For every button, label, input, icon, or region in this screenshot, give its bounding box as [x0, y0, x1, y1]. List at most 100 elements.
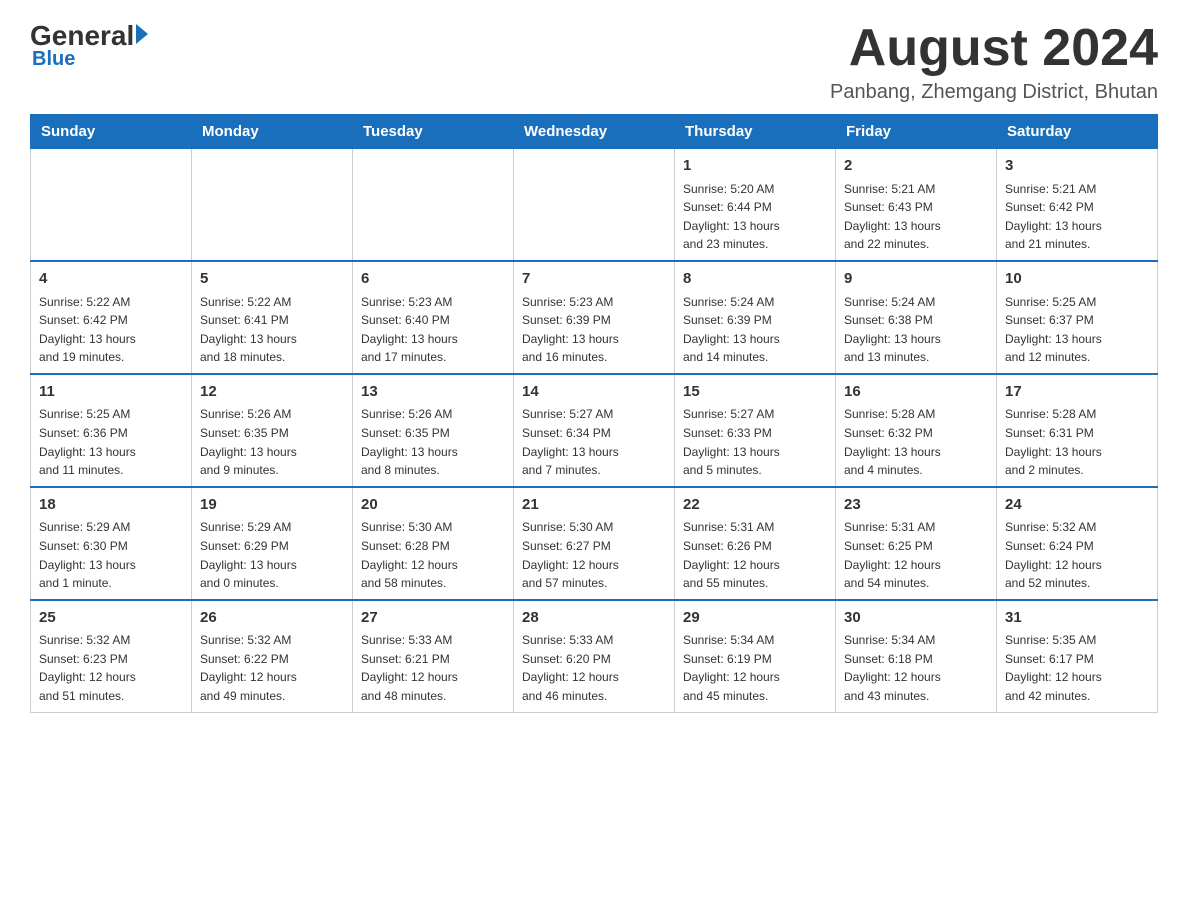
day-info: Sunrise: 5:21 AMSunset: 6:42 PMDaylight:…: [1005, 180, 1149, 254]
day-number: 15: [683, 381, 827, 404]
day-info: Sunrise: 5:26 AMSunset: 6:35 PMDaylight:…: [200, 405, 344, 479]
calendar-cell: 15Sunrise: 5:27 AMSunset: 6:33 PMDayligh…: [675, 374, 836, 487]
calendar-cell: 26Sunrise: 5:32 AMSunset: 6:22 PMDayligh…: [192, 600, 353, 712]
day-number: 19: [200, 494, 344, 517]
calendar-header-thursday: Thursday: [675, 115, 836, 149]
calendar-cell: 12Sunrise: 5:26 AMSunset: 6:35 PMDayligh…: [192, 374, 353, 487]
day-info: Sunrise: 5:29 AMSunset: 6:29 PMDaylight:…: [200, 518, 344, 592]
calendar-cell: 8Sunrise: 5:24 AMSunset: 6:39 PMDaylight…: [675, 261, 836, 374]
day-number: 6: [361, 268, 505, 291]
day-number: 12: [200, 381, 344, 404]
calendar-cell: 4Sunrise: 5:22 AMSunset: 6:42 PMDaylight…: [31, 261, 192, 374]
day-info: Sunrise: 5:31 AMSunset: 6:25 PMDaylight:…: [844, 518, 988, 592]
day-info: Sunrise: 5:29 AMSunset: 6:30 PMDaylight:…: [39, 518, 183, 592]
calendar-cell: 16Sunrise: 5:28 AMSunset: 6:32 PMDayligh…: [836, 374, 997, 487]
day-info: Sunrise: 5:23 AMSunset: 6:40 PMDaylight:…: [361, 293, 505, 367]
calendar-cell: [31, 149, 192, 261]
day-number: 8: [683, 268, 827, 291]
day-number: 23: [844, 494, 988, 517]
day-info: Sunrise: 5:32 AMSunset: 6:23 PMDaylight:…: [39, 631, 183, 705]
calendar-cell: [514, 149, 675, 261]
calendar-cell: 24Sunrise: 5:32 AMSunset: 6:24 PMDayligh…: [997, 487, 1158, 600]
day-number: 1: [683, 155, 827, 178]
calendar-week-row: 25Sunrise: 5:32 AMSunset: 6:23 PMDayligh…: [31, 600, 1158, 712]
calendar-week-row: 4Sunrise: 5:22 AMSunset: 6:42 PMDaylight…: [31, 261, 1158, 374]
day-number: 18: [39, 494, 183, 517]
day-number: 26: [200, 607, 344, 630]
day-info: Sunrise: 5:34 AMSunset: 6:19 PMDaylight:…: [683, 631, 827, 705]
day-info: Sunrise: 5:20 AMSunset: 6:44 PMDaylight:…: [683, 180, 827, 254]
day-number: 11: [39, 381, 183, 404]
day-info: Sunrise: 5:24 AMSunset: 6:38 PMDaylight:…: [844, 293, 988, 367]
day-number: 16: [844, 381, 988, 404]
day-info: Sunrise: 5:31 AMSunset: 6:26 PMDaylight:…: [683, 518, 827, 592]
day-number: 28: [522, 607, 666, 630]
day-info: Sunrise: 5:27 AMSunset: 6:33 PMDaylight:…: [683, 405, 827, 479]
page-header: General Blue August 2024 Panbang, Zhemga…: [30, 20, 1158, 104]
logo-arrow: [136, 24, 148, 44]
title-section: August 2024 Panbang, Zhemgang District, …: [830, 20, 1158, 104]
calendar-cell: 28Sunrise: 5:33 AMSunset: 6:20 PMDayligh…: [514, 600, 675, 712]
calendar-cell: 27Sunrise: 5:33 AMSunset: 6:21 PMDayligh…: [353, 600, 514, 712]
day-info: Sunrise: 5:25 AMSunset: 6:36 PMDaylight:…: [39, 405, 183, 479]
day-info: Sunrise: 5:27 AMSunset: 6:34 PMDaylight:…: [522, 405, 666, 479]
day-number: 27: [361, 607, 505, 630]
calendar-cell: 14Sunrise: 5:27 AMSunset: 6:34 PMDayligh…: [514, 374, 675, 487]
calendar-cell: 6Sunrise: 5:23 AMSunset: 6:40 PMDaylight…: [353, 261, 514, 374]
calendar-cell: 7Sunrise: 5:23 AMSunset: 6:39 PMDaylight…: [514, 261, 675, 374]
day-info: Sunrise: 5:30 AMSunset: 6:28 PMDaylight:…: [361, 518, 505, 592]
day-info: Sunrise: 5:35 AMSunset: 6:17 PMDaylight:…: [1005, 631, 1149, 705]
day-number: 17: [1005, 381, 1149, 404]
calendar-cell: 31Sunrise: 5:35 AMSunset: 6:17 PMDayligh…: [997, 600, 1158, 712]
calendar-cell: 22Sunrise: 5:31 AMSunset: 6:26 PMDayligh…: [675, 487, 836, 600]
day-info: Sunrise: 5:28 AMSunset: 6:31 PMDaylight:…: [1005, 405, 1149, 479]
day-number: 25: [39, 607, 183, 630]
calendar-cell: 9Sunrise: 5:24 AMSunset: 6:38 PMDaylight…: [836, 261, 997, 374]
logo-blue: Blue: [32, 48, 75, 71]
day-info: Sunrise: 5:28 AMSunset: 6:32 PMDaylight:…: [844, 405, 988, 479]
calendar-cell: 30Sunrise: 5:34 AMSunset: 6:18 PMDayligh…: [836, 600, 997, 712]
calendar-week-row: 18Sunrise: 5:29 AMSunset: 6:30 PMDayligh…: [31, 487, 1158, 600]
day-number: 13: [361, 381, 505, 404]
calendar-cell: 11Sunrise: 5:25 AMSunset: 6:36 PMDayligh…: [31, 374, 192, 487]
calendar-cell: 19Sunrise: 5:29 AMSunset: 6:29 PMDayligh…: [192, 487, 353, 600]
calendar-cell: 13Sunrise: 5:26 AMSunset: 6:35 PMDayligh…: [353, 374, 514, 487]
calendar-cell: 10Sunrise: 5:25 AMSunset: 6:37 PMDayligh…: [997, 261, 1158, 374]
calendar-cell: 17Sunrise: 5:28 AMSunset: 6:31 PMDayligh…: [997, 374, 1158, 487]
main-title: August 2024: [830, 20, 1158, 77]
calendar-week-row: 1Sunrise: 5:20 AMSunset: 6:44 PMDaylight…: [31, 149, 1158, 261]
day-info: Sunrise: 5:33 AMSunset: 6:20 PMDaylight:…: [522, 631, 666, 705]
calendar-week-row: 11Sunrise: 5:25 AMSunset: 6:36 PMDayligh…: [31, 374, 1158, 487]
calendar-cell: [192, 149, 353, 261]
day-info: Sunrise: 5:24 AMSunset: 6:39 PMDaylight:…: [683, 293, 827, 367]
calendar-cell: 25Sunrise: 5:32 AMSunset: 6:23 PMDayligh…: [31, 600, 192, 712]
day-info: Sunrise: 5:33 AMSunset: 6:21 PMDaylight:…: [361, 631, 505, 705]
calendar-header-sunday: Sunday: [31, 115, 192, 149]
day-info: Sunrise: 5:22 AMSunset: 6:41 PMDaylight:…: [200, 293, 344, 367]
day-info: Sunrise: 5:32 AMSunset: 6:22 PMDaylight:…: [200, 631, 344, 705]
day-number: 2: [844, 155, 988, 178]
day-number: 7: [522, 268, 666, 291]
day-number: 30: [844, 607, 988, 630]
day-info: Sunrise: 5:26 AMSunset: 6:35 PMDaylight:…: [361, 405, 505, 479]
calendar-cell: 18Sunrise: 5:29 AMSunset: 6:30 PMDayligh…: [31, 487, 192, 600]
day-info: Sunrise: 5:22 AMSunset: 6:42 PMDaylight:…: [39, 293, 183, 367]
day-info: Sunrise: 5:25 AMSunset: 6:37 PMDaylight:…: [1005, 293, 1149, 367]
day-number: 3: [1005, 155, 1149, 178]
day-info: Sunrise: 5:23 AMSunset: 6:39 PMDaylight:…: [522, 293, 666, 367]
calendar-header-friday: Friday: [836, 115, 997, 149]
calendar-header-wednesday: Wednesday: [514, 115, 675, 149]
calendar-cell: 23Sunrise: 5:31 AMSunset: 6:25 PMDayligh…: [836, 487, 997, 600]
calendar-header-row: SundayMondayTuesdayWednesdayThursdayFrid…: [31, 115, 1158, 149]
day-number: 10: [1005, 268, 1149, 291]
day-info: Sunrise: 5:34 AMSunset: 6:18 PMDaylight:…: [844, 631, 988, 705]
calendar-cell: 3Sunrise: 5:21 AMSunset: 6:42 PMDaylight…: [997, 149, 1158, 261]
day-info: Sunrise: 5:21 AMSunset: 6:43 PMDaylight:…: [844, 180, 988, 254]
day-number: 31: [1005, 607, 1149, 630]
day-number: 20: [361, 494, 505, 517]
calendar-cell: 29Sunrise: 5:34 AMSunset: 6:19 PMDayligh…: [675, 600, 836, 712]
logo: General Blue: [30, 20, 148, 71]
day-number: 4: [39, 268, 183, 291]
calendar-header-saturday: Saturday: [997, 115, 1158, 149]
day-number: 9: [844, 268, 988, 291]
